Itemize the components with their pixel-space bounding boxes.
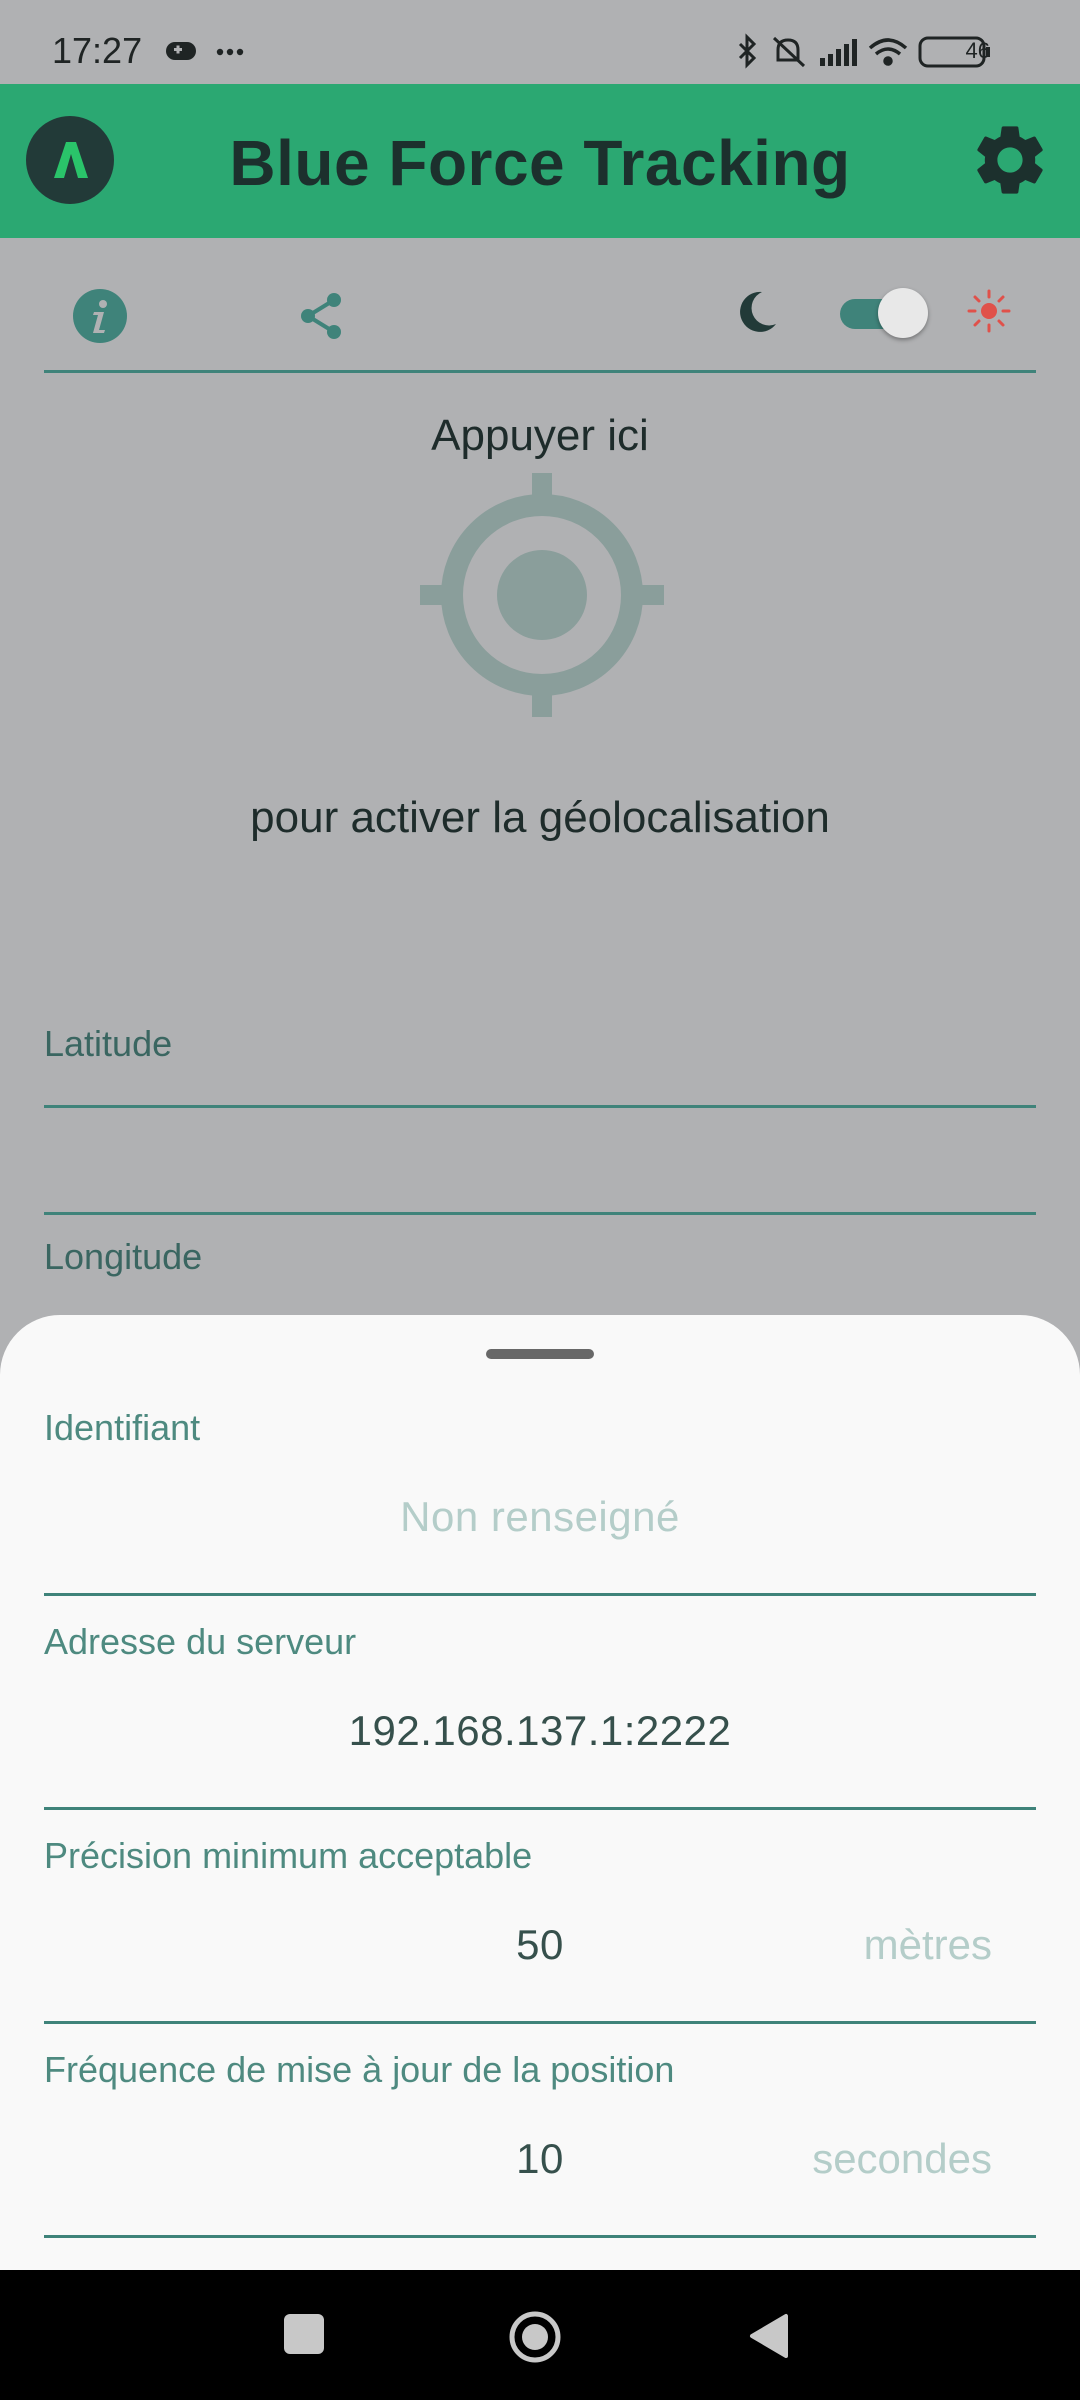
precision-unit: mètres [863,1921,992,1968]
geolocation-panel[interactable]: Appuyer ici pour activer la géolocalisat… [44,373,1036,1108]
latitude-divider [44,1212,1036,1215]
main-content: Appuyer ici pour activer la géolocalisat… [0,238,1080,1328]
bell-muted-icon [772,36,806,68]
settings-bottom-sheet: Identifiant Non renseigné Adresse du ser… [0,1315,1080,2270]
precision-field[interactable]: Précision minimum acceptable 50 mètres [44,1807,1036,2024]
identifier-input[interactable]: Non renseigné [44,1493,1036,1541]
toggle-thumb [878,288,928,338]
bluetooth-icon [738,33,757,69]
status-bar: 17:27 46 [0,0,1080,84]
identifier-label: Identifiant [44,1407,201,1448]
status-time: 17:27 [52,30,143,71]
system-nav-bar [0,2270,1080,2400]
share-icon[interactable] [294,288,350,344]
battery-level: 46 [965,38,990,63]
latitude-label: Latitude [44,1023,173,1064]
recents-button[interactable] [284,2314,324,2354]
app-title: Blue Force Tracking [229,127,851,199]
status-left-icons [166,42,244,60]
geolocation-prompt-top: Appuyer ici [431,411,649,460]
back-button[interactable] [746,2312,790,2360]
signal-icon [820,39,857,66]
frequency-unit: secondes [812,2135,992,2182]
wifi-icon [868,38,908,66]
crosshair-icon[interactable] [418,471,666,719]
server-address-label: Adresse du serveur [44,1621,357,1662]
geolocation-prompt-bottom: pour activer la géolocalisation [250,793,830,842]
identifier-field[interactable]: Identifiant Non renseigné [44,1379,1036,1596]
home-button[interactable] [508,2310,562,2364]
gear-icon[interactable] [968,118,1052,202]
server-address-field[interactable]: Adresse du serveur 192.168.137.1:2222 [44,1593,1036,1810]
sun-icon [967,289,1011,333]
server-address-input[interactable]: 192.168.137.1:2222 [44,1707,1036,1755]
longitude-label: Longitude [44,1236,203,1277]
precision-label: Précision minimum acceptable [44,1835,533,1876]
more-dots-icon [216,48,244,56]
info-icon[interactable] [72,288,128,344]
theme-toggle[interactable] [836,286,928,340]
game-controller-icon [166,42,196,60]
moon-icon [740,291,776,332]
toolbar [44,238,1036,373]
sheet-drag-handle[interactable] [486,1349,594,1359]
app-bar: Blue Force Tracking [0,84,1080,238]
frequency-label: Fréquence de mise à jour de la position [44,2049,675,2090]
frequency-field[interactable]: Fréquence de mise à jour de la position … [44,2021,1036,2238]
